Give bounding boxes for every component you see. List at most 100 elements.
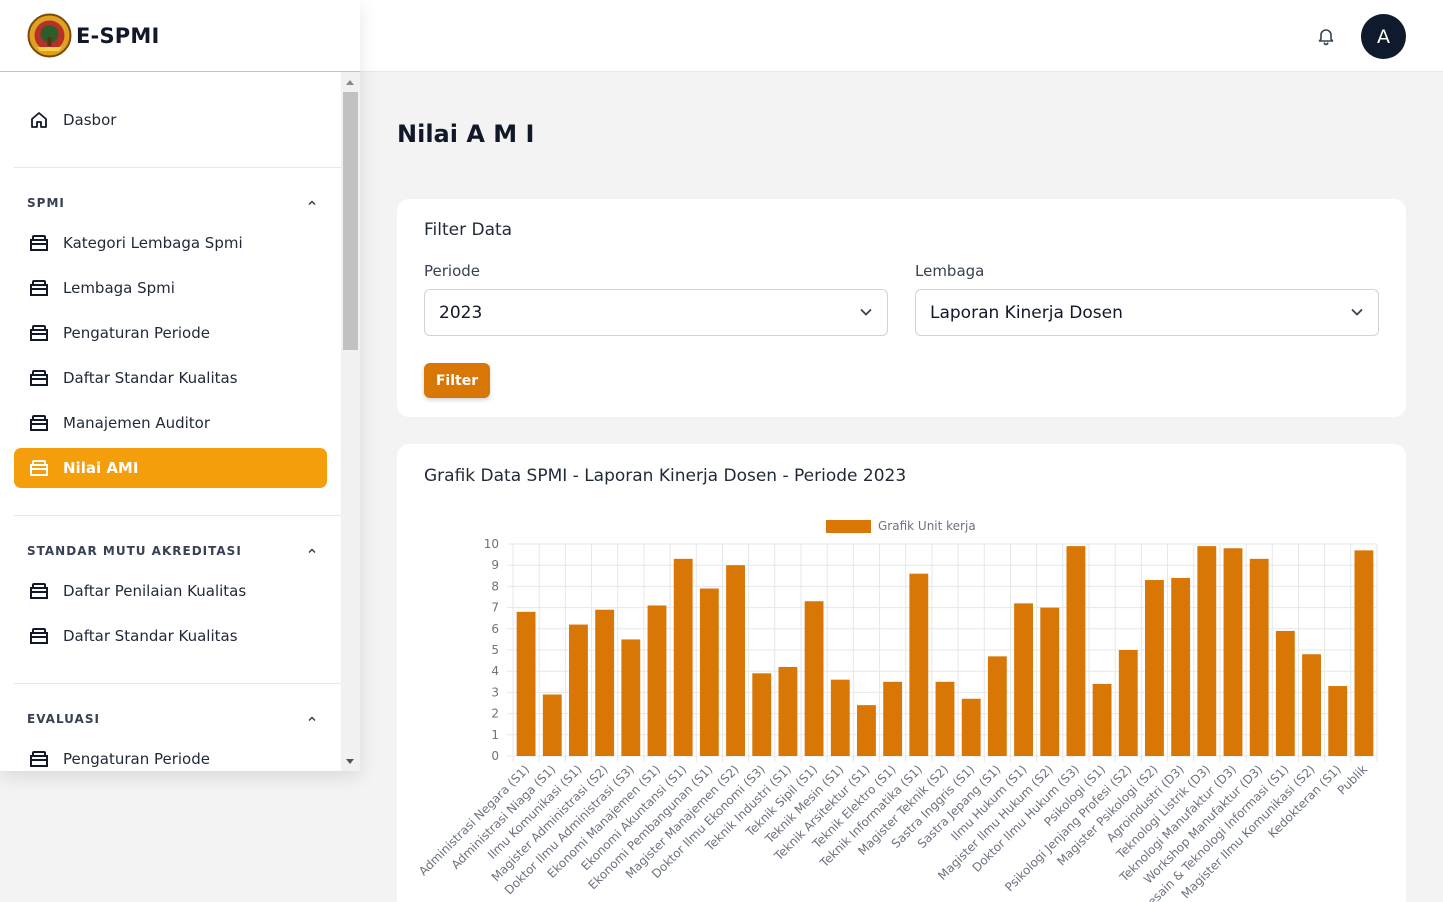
- brand[interactable]: E-SPMI: [0, 0, 360, 72]
- chart-bar: [987, 656, 1007, 756]
- y-tick-label: 10: [484, 537, 499, 551]
- sidebar-item-lembaga-spmi[interactable]: Lembaga Spmi: [14, 268, 327, 308]
- y-tick-label: 0: [491, 749, 499, 763]
- sidebar-scrollbar[interactable]: [341, 72, 360, 771]
- y-tick-label: 9: [491, 558, 499, 572]
- y-tick-label: 7: [491, 601, 499, 615]
- chart-bar: [621, 639, 641, 756]
- filter-card: Filter Data Periode 2023 Lembaga Laporan…: [397, 199, 1406, 417]
- sidebar-item-manajemen-auditor[interactable]: Manajemen Auditor: [14, 403, 327, 443]
- folder-icon: [28, 580, 50, 602]
- sidebar-item-label: Pengaturan Periode: [63, 324, 210, 342]
- chart-bar: [726, 565, 745, 756]
- section-title: STANDAR MUTU AKREDITASI: [27, 544, 242, 558]
- x-tick-label: Publik: [1335, 762, 1370, 797]
- periode-selected-value: 2023: [439, 302, 483, 323]
- chart-bar: [1092, 683, 1112, 756]
- y-tick-label: 2: [491, 707, 499, 721]
- divider: [14, 683, 341, 684]
- sidebar-item-evaluasi-pengaturan-periode[interactable]: Pengaturan Periode: [14, 739, 327, 771]
- top-header: A: [360, 0, 1443, 72]
- chart-card: Grafik Data SPMI - Laporan Kinerja Dosen…: [397, 444, 1406, 902]
- chart-bar: [542, 694, 562, 756]
- divider: [14, 515, 341, 516]
- chart-bar: [1171, 577, 1191, 756]
- chevron-up-icon: [308, 716, 316, 722]
- y-tick-label: 1: [491, 728, 499, 742]
- folder-icon: [28, 625, 50, 647]
- folder-icon: [28, 322, 50, 344]
- chart-bar: [595, 609, 615, 756]
- chart-bar: [647, 605, 667, 756]
- chevron-down-icon: [1351, 308, 1363, 316]
- section-header-spmi[interactable]: SPMI: [27, 196, 317, 210]
- app-name: E-SPMI: [76, 23, 160, 48]
- folder-icon: [28, 457, 50, 479]
- sidebar-item-kategori-lembaga-spmi[interactable]: Kategori Lembaga Spmi: [14, 223, 327, 263]
- lembaga-select[interactable]: Laporan Kinerja Dosen: [915, 289, 1379, 336]
- sidebar-item-daftar-standar-kualitas[interactable]: Daftar Standar Kualitas: [14, 358, 327, 398]
- university-logo-icon: [27, 13, 72, 58]
- sidebar-item-dasbor[interactable]: Dasbor: [14, 100, 327, 140]
- folder-icon: [28, 412, 50, 434]
- chart-bar: [1302, 654, 1321, 756]
- chart-bar: [909, 573, 929, 756]
- periode-select[interactable]: 2023: [424, 289, 888, 336]
- bar-chart: Grafik Unit kerja012345678910Administras…: [416, 519, 1378, 902]
- sidebar-item-daftar-standar-kualitas-2[interactable]: Daftar Standar Kualitas: [14, 616, 327, 656]
- user-avatar[interactable]: A: [1361, 14, 1406, 59]
- chart-bar: [935, 681, 955, 756]
- y-tick-label: 4: [491, 664, 499, 678]
- chart-bar: [883, 681, 903, 756]
- chart-bar: [1223, 548, 1243, 756]
- scroll-thumb[interactable]: [343, 92, 358, 350]
- chart-bar: [857, 705, 876, 756]
- chart-bar: [1145, 580, 1164, 756]
- sidebar-item-nilai-ami[interactable]: Nilai AMI: [14, 448, 327, 488]
- chart-bar: [830, 679, 850, 756]
- chart-bar: [1275, 630, 1295, 756]
- y-tick-label: 3: [491, 685, 499, 699]
- sidebar-item-label: Nilai AMI: [63, 459, 139, 477]
- section-header-standar-mutu-akreditasi[interactable]: STANDAR MUTU AKREDITASI: [27, 544, 317, 558]
- sidebar-item-label: Daftar Standar Kualitas: [63, 369, 238, 387]
- bell-icon[interactable]: [1316, 26, 1336, 46]
- scroll-down-arrow-icon[interactable]: [346, 759, 354, 764]
- lembaga-label: Lembaga: [915, 262, 985, 280]
- y-tick-label: 6: [491, 622, 499, 636]
- sidebar-nav: Dasbor SPMI Kategori Lembaga Spmi Lembag…: [0, 72, 341, 771]
- chart-bar: [1249, 558, 1269, 756]
- chevron-up-icon: [308, 200, 316, 206]
- folder-icon: [28, 367, 50, 389]
- chart-bar: [673, 558, 693, 756]
- legend-swatch: [826, 520, 871, 533]
- scroll-up-arrow-icon[interactable]: [346, 80, 354, 85]
- divider: [14, 167, 341, 168]
- chart-bar: [1118, 650, 1138, 756]
- chart-bar: [1354, 550, 1374, 756]
- filter-button[interactable]: Filter: [424, 363, 490, 398]
- chart-bar: [1197, 546, 1217, 756]
- chart-bar: [1066, 546, 1086, 756]
- section-header-evaluasi[interactable]: EVALUASI: [27, 712, 317, 726]
- folder-icon: [28, 748, 50, 770]
- folder-icon: [28, 277, 50, 299]
- sidebar-item-daftar-penilaian-kualitas[interactable]: Daftar Penilaian Kualitas: [14, 571, 327, 611]
- y-tick-label: 8: [491, 579, 499, 593]
- section-title: SPMI: [27, 196, 65, 210]
- sidebar-item-pengaturan-periode[interactable]: Pengaturan Periode: [14, 313, 327, 353]
- y-tick-label: 5: [491, 643, 499, 657]
- page-title: Nilai A M I: [397, 120, 535, 148]
- chart-bar: [804, 601, 824, 756]
- chart-bar: [961, 698, 981, 756]
- sidebar-item-label: Pengaturan Periode: [63, 750, 210, 768]
- chart-card-title: Grafik Data SPMI - Laporan Kinerja Dosen…: [424, 466, 907, 486]
- periode-label: Periode: [424, 262, 481, 280]
- sidebar-item-label: Dasbor: [63, 111, 117, 129]
- sidebar-item-label: Manajemen Auditor: [63, 414, 211, 432]
- chart-bar: [1040, 607, 1060, 756]
- chart-bar: [516, 611, 536, 756]
- lembaga-selected-value: Laporan Kinerja Dosen: [930, 302, 1123, 323]
- folder-icon: [28, 232, 50, 254]
- chevron-down-icon: [860, 308, 872, 316]
